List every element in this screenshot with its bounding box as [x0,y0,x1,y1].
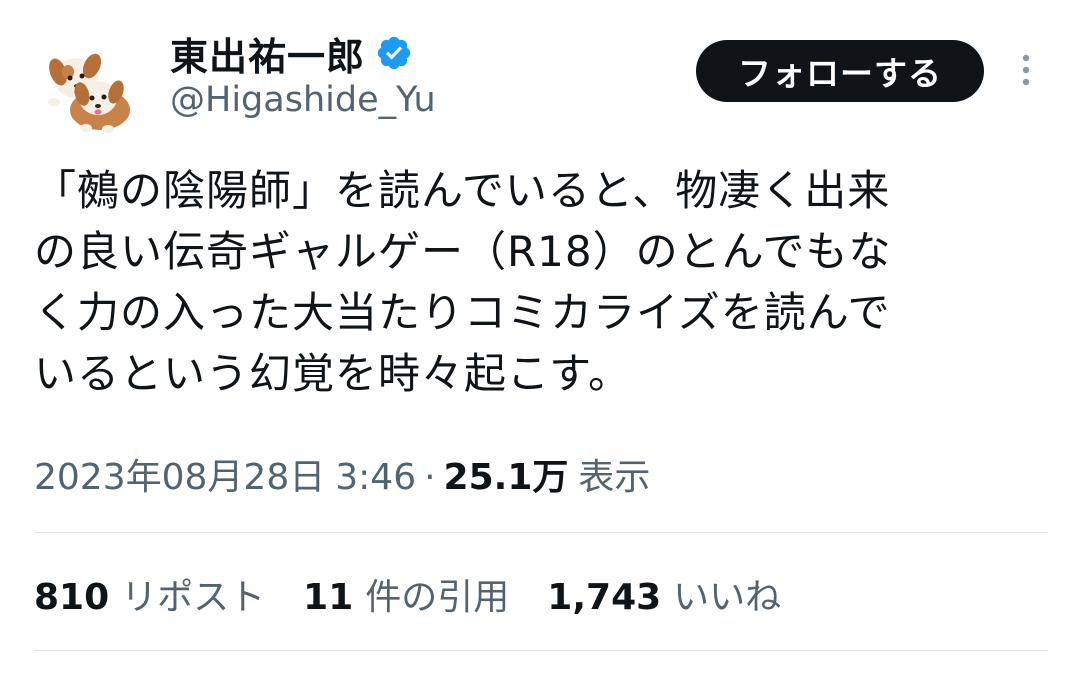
engagement-stats: 810 リポスト 11 件の引用 1,743 いいね [34,568,819,620]
likes-stat[interactable]: 1,743 いいね [547,568,781,620]
views-label: 表示 [578,457,651,498]
likes-count: 1,743 [547,577,662,618]
verified-badge-icon[interactable] [375,34,413,72]
tweet-time[interactable]: 3:46 [335,457,416,498]
quotes-stat[interactable]: 11 件の引用 [303,568,509,620]
reposts-stat[interactable]: 810 リポスト [34,568,265,620]
more-dots-vertical-icon[interactable] [1014,48,1038,92]
tweet-text: 「鵺の陰陽師」を読んでいると、物凄く出来 の良い伝奇ギャルゲー（R18）のとんで… [34,166,892,398]
divider-bottom [34,650,1048,651]
likes-label: いいね [673,577,782,618]
quotes-label: 件の引用 [365,577,510,618]
avatar[interactable] [34,32,142,140]
author-display-name[interactable]: 東出祐一郎 [170,26,365,81]
author-handle[interactable]: @Higashide_Yu [170,80,436,120]
tweet-meta: 2023年08月28日 3:46 · 25.1万 表示 [34,448,650,500]
tweet-date[interactable]: 2023年08月28日 [34,448,325,500]
dogs-avatar-icon [34,32,142,140]
follow-button[interactable]: フォローする [696,40,984,102]
views-count: 25.1万 [443,457,569,498]
reposts-label: リポスト [121,577,266,618]
reposts-count: 810 [34,577,110,618]
quotes-count: 11 [303,577,354,618]
author-name-row: 東出祐一郎 [170,26,413,81]
divider-top [34,532,1048,533]
meta-separator: · [424,457,436,498]
